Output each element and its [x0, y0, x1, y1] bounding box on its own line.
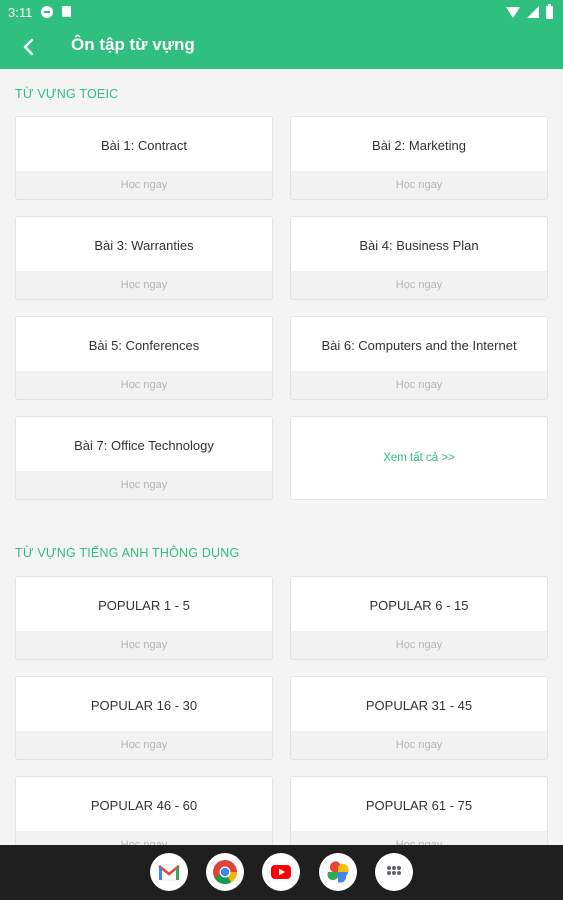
chrome-icon[interactable] — [206, 853, 244, 891]
lesson-title: Bài 5: Conferences — [88, 337, 200, 353]
lesson-title: Bài 7: Office Technology — [74, 437, 214, 453]
app-drawer-icon[interactable] — [375, 853, 413, 891]
do-not-disturb-icon — [41, 6, 53, 18]
app-header: 3:11 Ôn tập từ vựng — [0, 0, 563, 69]
learn-now-button[interactable]: Học ngay — [16, 271, 272, 299]
lesson-card[interactable]: Bài 6: Computers and the Internet Học ng… — [290, 316, 548, 400]
learn-now-button[interactable]: Học ngay — [16, 731, 272, 759]
wifi-icon — [506, 6, 520, 18]
youtube-icon[interactable] — [262, 853, 300, 891]
learn-now-button[interactable]: Học ngay — [291, 371, 547, 399]
learn-now-button[interactable]: Học ngay — [16, 831, 272, 845]
lesson-card[interactable]: Bài 2: Marketing Học ngay — [290, 116, 548, 200]
lesson-title: POPULAR 31 - 45 — [365, 697, 473, 713]
learn-now-button[interactable]: Học ngay — [291, 271, 547, 299]
learn-now-button[interactable]: Học ngay — [16, 631, 272, 659]
lesson-title: POPULAR 46 - 60 — [90, 797, 198, 813]
status-icons — [506, 3, 553, 20]
section-title-common-english: TỪ VỰNG TIẾNG ANH THÔNG DỤNG — [15, 546, 240, 560]
lesson-card[interactable]: Bài 1: Contract Học ngay — [15, 116, 273, 200]
lesson-title: Bài 1: Contract — [101, 137, 187, 153]
taskbar — [0, 845, 563, 900]
photos-icon[interactable] — [319, 853, 357, 891]
status-bar: 3:11 — [0, 0, 563, 24]
lesson-title: Bài 2: Marketing — [372, 137, 466, 153]
signal-icon — [527, 6, 539, 18]
learn-now-button[interactable]: Học ngay — [16, 471, 272, 499]
lesson-card[interactable]: POPULAR 16 - 30 Học ngay — [15, 676, 273, 760]
lesson-card[interactable]: Bài 4: Business Plan Học ngay — [290, 216, 548, 300]
lesson-title: Bài 3: Warranties — [94, 237, 194, 253]
learn-now-button[interactable]: Học ngay — [16, 371, 272, 399]
lesson-card[interactable]: POPULAR 1 - 5 Học ngay — [15, 576, 273, 660]
learn-now-button[interactable]: Học ngay — [291, 731, 547, 759]
lesson-card[interactable]: POPULAR 31 - 45 Học ngay — [290, 676, 548, 760]
see-all-card[interactable]: Xem tất cả >> — [290, 416, 548, 500]
back-button[interactable] — [14, 33, 44, 61]
back-arrow-icon — [23, 38, 34, 56]
status-time: 3:11 — [8, 5, 33, 20]
lesson-title: POPULAR 1 - 5 — [98, 597, 190, 613]
learn-now-button[interactable]: Học ngay — [291, 631, 547, 659]
lesson-title: POPULAR 16 - 30 — [90, 697, 198, 713]
vocabulary-review-content[interactable]: TỪ VỰNG TOEIC Bài 1: Contract Học ngay B… — [0, 69, 563, 845]
lesson-title: Bài 4: Business Plan — [359, 237, 479, 253]
learn-now-button[interactable]: Học ngay — [291, 171, 547, 199]
lesson-card[interactable]: Bài 3: Warranties Học ngay — [15, 216, 273, 300]
lesson-title: POPULAR 61 - 75 — [365, 797, 473, 813]
lesson-title: Bài 6: Computers and the Internet — [321, 337, 517, 353]
sd-card-icon — [62, 6, 71, 17]
lesson-card[interactable]: Bài 5: Conferences Học ngay — [15, 316, 273, 400]
section-title-toeic: TỪ VỰNG TOEIC — [15, 87, 119, 101]
battery-icon — [546, 3, 553, 19]
learn-now-button[interactable]: Học ngay — [291, 831, 547, 845]
learn-now-button[interactable]: Học ngay — [16, 171, 272, 199]
lesson-card[interactable]: POPULAR 61 - 75 Học ngay — [290, 776, 548, 845]
lesson-card[interactable]: POPULAR 6 - 15 Học ngay — [290, 576, 548, 660]
gmail-icon[interactable] — [150, 853, 188, 891]
page-title: Ôn tập từ vựng — [71, 35, 195, 54]
lesson-card[interactable]: Bài 7: Office Technology Học ngay — [15, 416, 273, 500]
lesson-card[interactable]: POPULAR 46 - 60 Học ngay — [15, 776, 273, 845]
see-all-link[interactable]: Xem tất cả >> — [383, 452, 455, 464]
lesson-title: POPULAR 6 - 15 — [369, 597, 469, 613]
